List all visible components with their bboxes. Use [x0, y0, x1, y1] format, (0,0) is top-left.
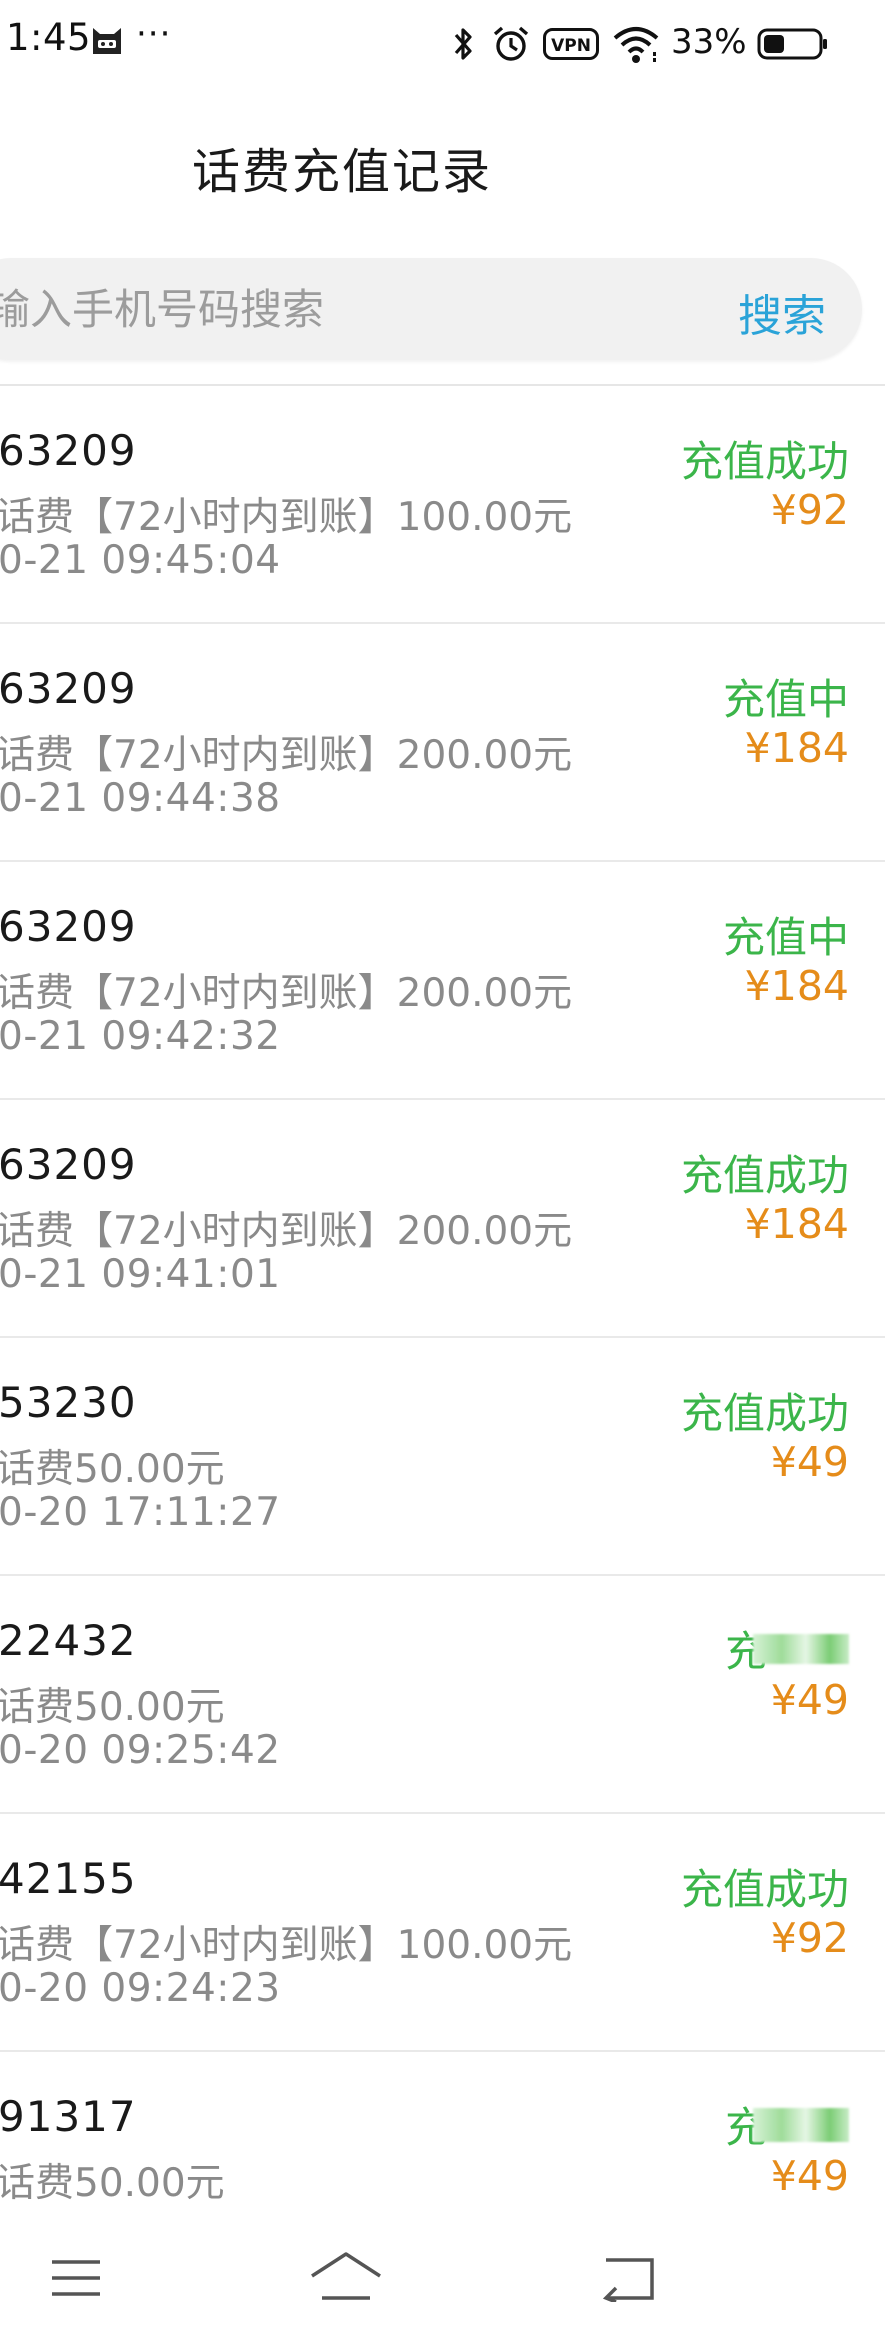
cat-notification-icon — [93, 28, 121, 54]
record-row[interactable]: 63209 话费【72小时内到账】200.00元 0-21 09:44:38 充… — [0, 624, 885, 862]
record-status: 充值中 — [722, 675, 849, 724]
wifi-icon — [613, 27, 659, 63]
record-price: ¥92 — [770, 486, 849, 534]
page-title: 话费充值记录 — [192, 144, 493, 200]
record-price: ¥184 — [744, 724, 849, 772]
record-price: ¥92 — [770, 1914, 849, 1962]
record-product: 话费【72小时内到账】200.00元 — [0, 733, 573, 778]
record-time: 0-21 09:41:01 — [0, 1252, 281, 1297]
record-row[interactable]: 63209 话费【72小时内到账】100.00元 0-21 09:45:04 充… — [0, 386, 885, 624]
record-row[interactable]: 53230 话费50.00元 0-20 17:11:27 充值成功 ¥49 — [0, 1338, 885, 1576]
record-row[interactable]: 22432 话费50.00元 0-20 09:25:42 充 ¥49 — [0, 1576, 885, 1814]
record-status: 充值成功 — [680, 1389, 849, 1438]
record-status: 充值成功 — [680, 437, 849, 486]
record-phone: 42155 — [0, 1854, 137, 1903]
vpn-icon: VPN — [543, 28, 599, 60]
record-product: 话费【72小时内到账】100.00元 — [0, 495, 573, 540]
search-bar: 搜索 — [0, 258, 862, 360]
record-time: 0-20 17:11:27 — [0, 1490, 281, 1535]
record-product: 话费50.00元 — [0, 1685, 225, 1730]
record-product: 话费【72小时内到账】200.00元 — [0, 1209, 573, 1254]
record-price: ¥49 — [770, 2152, 849, 2200]
record-row[interactable]: 42155 话费【72小时内到账】100.00元 0-20 09:24:23 充… — [0, 1814, 885, 2052]
bluetooth-icon — [454, 28, 472, 60]
record-price: ¥49 — [770, 1676, 849, 1724]
record-phone: 63209 — [0, 1140, 137, 1189]
record-row[interactable]: 63209 话费【72小时内到账】200.00元 0-21 09:41:01 充… — [0, 1100, 885, 1338]
menu-icon[interactable] — [50, 2258, 102, 2298]
record-phone: 63209 — [0, 902, 137, 951]
more-dots: ··· — [136, 14, 172, 54]
status-icons: VPN 33% — [445, 20, 885, 68]
record-product: 话费50.00元 — [0, 2161, 225, 2206]
search-input[interactable] — [0, 258, 668, 360]
record-price: ¥184 — [744, 1200, 849, 1248]
record-time: 0-21 09:44:38 — [0, 776, 281, 821]
battery-percent: 33% — [671, 22, 747, 62]
blurred-status-patch — [753, 2108, 849, 2142]
back-icon[interactable] — [598, 2252, 658, 2302]
record-product: 话费【72小时内到账】100.00元 — [0, 1923, 573, 1968]
search-button[interactable]: 搜索 — [738, 280, 826, 342]
record-status: 充值成功 — [680, 1151, 849, 1200]
home-icon[interactable] — [308, 2250, 384, 2302]
status-bar: 1:45 ··· VPN 33% — [0, 0, 885, 88]
battery-icon — [757, 28, 827, 60]
system-nav-bar — [0, 2214, 885, 2340]
record-product: 话费50.00元 — [0, 1447, 225, 1492]
record-time: 0-21 09:42:32 — [0, 1014, 281, 1059]
record-price: ¥184 — [744, 962, 849, 1010]
record-phone: 22432 — [0, 1616, 137, 1665]
record-row[interactable]: 91317 话费50.00元 充 ¥49 — [0, 2052, 885, 2214]
record-product: 话费【72小时内到账】200.00元 — [0, 971, 573, 1016]
record-price: ¥49 — [770, 1438, 849, 1486]
record-time: 0-20 09:24:23 — [0, 1966, 281, 2011]
record-status: 充值中 — [722, 913, 849, 962]
record-phone: 91317 — [0, 2092, 137, 2141]
alarm-icon — [493, 26, 529, 61]
record-time: 0-21 09:45:04 — [0, 538, 281, 583]
record-row[interactable]: 63209 话费【72小时内到账】200.00元 0-21 09:42:32 充… — [0, 862, 885, 1100]
recharge-record-list[interactable]: 63209 话费【72小时内到账】100.00元 0-21 09:45:04 充… — [0, 384, 885, 2214]
blurred-status-patch — [753, 1634, 849, 1664]
record-phone: 53230 — [0, 1378, 137, 1427]
record-time: 0-20 09:25:42 — [0, 1728, 281, 1773]
vpn-label: VPN — [551, 36, 591, 56]
record-status: 充值成功 — [680, 1865, 849, 1914]
status-time: 1:45 — [6, 16, 92, 59]
record-phone: 63209 — [0, 664, 137, 713]
record-phone: 63209 — [0, 426, 137, 475]
header: 话费充值记录 — [0, 88, 885, 238]
